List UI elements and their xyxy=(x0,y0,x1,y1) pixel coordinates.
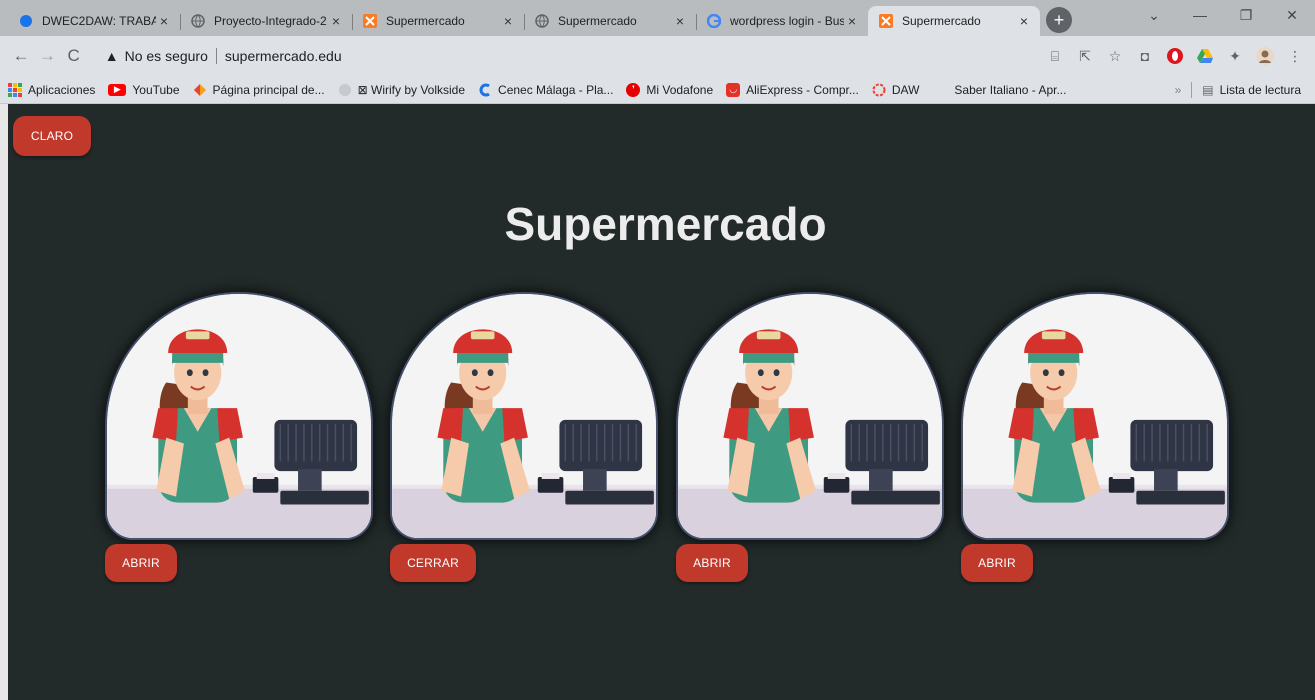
close-tab-icon[interactable]: × xyxy=(672,13,688,29)
tab-title: wordpress login - Bus xyxy=(730,14,844,28)
bookmark-vodafone[interactable]: ❜ Mi Vodafone xyxy=(626,82,714,97)
page-title: Supermercado xyxy=(504,198,827,250)
bookmarks-right: » ▤ Lista de lectura xyxy=(1175,76,1301,104)
globe-icon xyxy=(190,13,206,29)
close-tab-icon[interactable]: × xyxy=(328,13,344,29)
vodafone-icon: ❜ xyxy=(626,82,641,97)
browser-toolbar: ← → C ▲ No es seguro supermercado.edu ⌸ … xyxy=(0,36,1315,76)
tab-strip: DWEC2DAW: TRABAJO × Proyecto-Integrado-2… xyxy=(0,0,1315,36)
tab-title: Supermercado xyxy=(558,14,637,28)
close-tab-icon[interactable]: × xyxy=(500,13,516,29)
bookmark-label: YouTube xyxy=(132,82,180,97)
window-controls: ⌄ — ❐ ✕ xyxy=(1131,0,1315,36)
open-cashier-button-1[interactable]: ABRIR xyxy=(105,544,177,582)
bookmarks-bar: Aplicaciones ▶ YouTube Página principal … xyxy=(0,76,1315,104)
xampp-icon xyxy=(362,13,378,29)
security-label: No es seguro xyxy=(124,48,208,64)
bookmark-cenec[interactable]: Cenec Málaga - Pla... xyxy=(478,83,613,97)
back-icon[interactable]: ← xyxy=(8,42,34,70)
extensions-puzzle-icon[interactable]: ✦ xyxy=(1223,44,1247,68)
close-tab-icon[interactable]: × xyxy=(156,13,172,29)
ring-icon xyxy=(872,83,886,97)
globe-icon xyxy=(338,83,352,97)
apps-grid-icon xyxy=(8,82,22,97)
bookmark-daw[interactable]: DAW xyxy=(872,82,920,97)
media-icon[interactable]: ◘ xyxy=(1133,44,1157,68)
forward-icon[interactable]: → xyxy=(34,42,60,70)
tab-search-icon[interactable]: ⌄ xyxy=(1131,0,1177,30)
share-icon[interactable]: ⇱ xyxy=(1073,44,1097,68)
bookmark-pagina-principal[interactable]: Página principal de... xyxy=(193,83,325,97)
warning-icon[interactable]: ▲ xyxy=(105,48,119,64)
tab-title: Supermercado xyxy=(902,14,981,28)
cashier-illustration xyxy=(963,294,1227,538)
browser-tab-active[interactable]: Supermercado × xyxy=(868,6,1040,36)
bookmark-label: DAW xyxy=(891,82,920,97)
bookmark-label: Saber Italiano - Apr... xyxy=(954,82,1067,97)
bookmark-youtube[interactable]: ▶ YouTube xyxy=(108,82,180,97)
cashier-illustration xyxy=(392,294,656,538)
tab-title: DWEC2DAW: TRABAJO xyxy=(42,14,156,28)
star-icon[interactable]: ☆ xyxy=(1103,44,1127,68)
address-bar[interactable]: ▲ No es seguro supermercado.edu xyxy=(95,42,1043,70)
menu-icon[interactable]: ⋮ xyxy=(1283,44,1307,68)
close-tab-icon[interactable]: × xyxy=(844,13,860,29)
browser-tab[interactable]: DWEC2DAW: TRABAJO × xyxy=(8,6,180,36)
bookmark-label: ⊠ Wirify by Volkside xyxy=(357,82,466,97)
cashier-illustration xyxy=(107,294,371,538)
open-cashier-button-4[interactable]: ABRIR xyxy=(961,544,1033,582)
close-tab-icon[interactable]: × xyxy=(1016,13,1032,29)
bookmark-apps[interactable]: Aplicaciones xyxy=(8,82,96,97)
browser-tab[interactable]: Supermercado × xyxy=(352,6,524,36)
close-cashier-button-2[interactable]: CERRAR xyxy=(390,544,476,582)
toolbar-icons: ⌸ ⇱ ☆ ◘ ✦ ⋮ xyxy=(1043,44,1307,68)
more-bookmarks-icon[interactable]: » xyxy=(1175,83,1182,97)
youtube-icon: ▶ xyxy=(108,83,127,96)
reload-icon[interactable]: C xyxy=(61,42,87,70)
reading-list-icon[interactable]: ▤ xyxy=(1202,83,1213,97)
moodle-favicon-icon xyxy=(18,13,34,29)
tab-title: Proyecto-Integrado-2 xyxy=(214,14,327,28)
bookmark-label: Aplicaciones xyxy=(28,82,96,97)
close-window-icon[interactable]: ✕ xyxy=(1269,0,1315,30)
browser-tab[interactable]: wordpress login - Bus × xyxy=(696,6,868,36)
aliexpress-icon: ◡ xyxy=(726,82,741,97)
translate-icon[interactable]: ⌸ xyxy=(1043,44,1067,68)
drive-extension-icon[interactable] xyxy=(1193,44,1217,68)
new-tab-button[interactable]: + xyxy=(1046,7,1072,33)
xampp-icon xyxy=(878,13,894,29)
divider xyxy=(1191,82,1193,98)
minimize-icon[interactable]: — xyxy=(1177,0,1223,30)
bookmark-aliexpress[interactable]: ◡ AliExpress - Compr... xyxy=(726,82,859,97)
browser-tab[interactable]: Proyecto-Integrado-2 × xyxy=(180,6,352,36)
bookmark-label: Página principal de... xyxy=(212,82,325,97)
separator xyxy=(215,48,217,64)
tab-title: Supermercado xyxy=(386,14,465,28)
theme-toggle-button[interactable]: CLARO xyxy=(13,116,91,156)
bookmark-wirify[interactable]: ⊠ Wirify by Volkside xyxy=(338,83,465,97)
cashier-illustration xyxy=(678,294,942,538)
reading-list-label[interactable]: Lista de lectura xyxy=(1220,83,1301,97)
bookmark-label: Mi Vodafone xyxy=(646,82,714,97)
cenec-icon xyxy=(478,83,492,97)
bookmark-label: AliExpress - Compr... xyxy=(746,82,859,97)
bookmark-label: Cenec Málaga - Pla... xyxy=(498,82,614,97)
profile-avatar[interactable] xyxy=(1253,44,1277,68)
url-text: supermercado.edu xyxy=(224,48,342,64)
globe-icon xyxy=(534,13,550,29)
restore-icon[interactable]: ❐ xyxy=(1223,0,1269,30)
browser-tab[interactable]: Supermercado × xyxy=(524,6,696,36)
opera-extension-icon[interactable] xyxy=(1163,44,1187,68)
google-icon xyxy=(706,13,722,29)
bookmark-saber-italiano[interactable]: Saber Italiano - Apr... xyxy=(954,83,1066,97)
open-cashier-button-3[interactable]: ABRIR xyxy=(676,544,748,582)
multicolor-logo-icon xyxy=(193,83,207,97)
